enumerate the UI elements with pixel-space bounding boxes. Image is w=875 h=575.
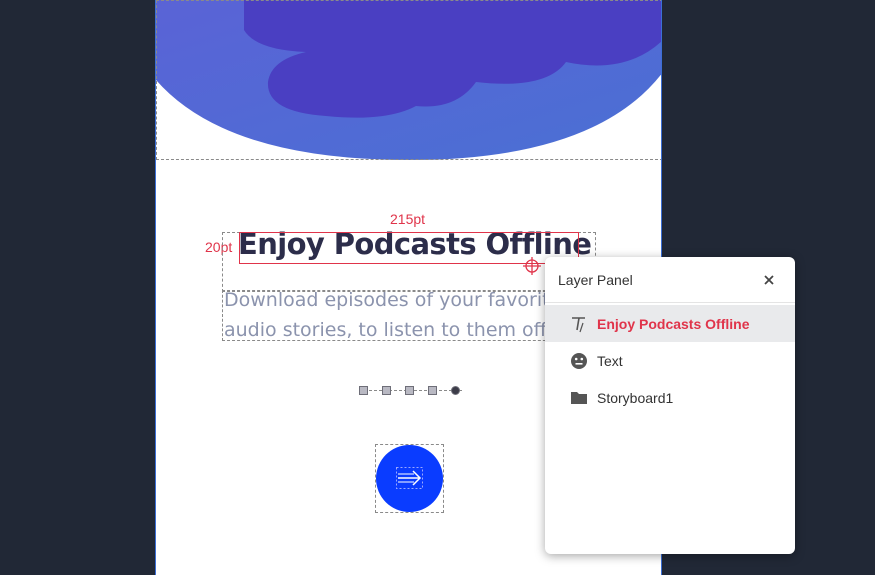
layer-panel-title: Layer Panel xyxy=(558,272,633,288)
arrow-right-icon xyxy=(396,467,423,489)
layer-item-label: Storyboard1 xyxy=(597,390,674,406)
width-dimension-label: 215pt xyxy=(390,211,426,227)
layer-item-label: Enjoy Podcasts Offline xyxy=(597,316,750,332)
layer-panel-header: Layer Panel xyxy=(545,257,795,303)
pager-dot[interactable] xyxy=(382,386,391,395)
layer-item-text[interactable]: Text xyxy=(545,342,795,379)
hero-selection-frame xyxy=(156,0,661,160)
pager-dot[interactable] xyxy=(428,386,437,395)
layer-panel[interactable]: Layer Panel Enjoy Podcasts Offline Text … xyxy=(545,257,795,554)
layer-item-label: Text xyxy=(597,353,623,369)
folder-icon xyxy=(571,392,587,404)
body-text[interactable]: Download episodes of your favorite audio… xyxy=(224,285,584,345)
body-text-line-2: audio stories, to listen to them offline xyxy=(224,319,582,341)
pager-dot[interactable] xyxy=(405,386,414,395)
face-icon xyxy=(571,353,587,369)
crosshair-icon[interactable] xyxy=(522,256,542,276)
body-text-line-1: Download episodes of your favorite xyxy=(224,289,562,311)
layer-item-heading[interactable]: Enjoy Podcasts Offline xyxy=(545,305,795,342)
pager-dot-active[interactable] xyxy=(451,386,460,395)
close-icon[interactable] xyxy=(759,270,779,290)
page-indicator[interactable] xyxy=(359,385,462,396)
next-button[interactable] xyxy=(376,445,443,512)
pager-dot[interactable] xyxy=(359,386,368,395)
text-tool-icon xyxy=(572,317,585,333)
layer-item-storyboard[interactable]: Storyboard1 xyxy=(545,379,795,416)
hero-illustration[interactable] xyxy=(156,0,661,160)
